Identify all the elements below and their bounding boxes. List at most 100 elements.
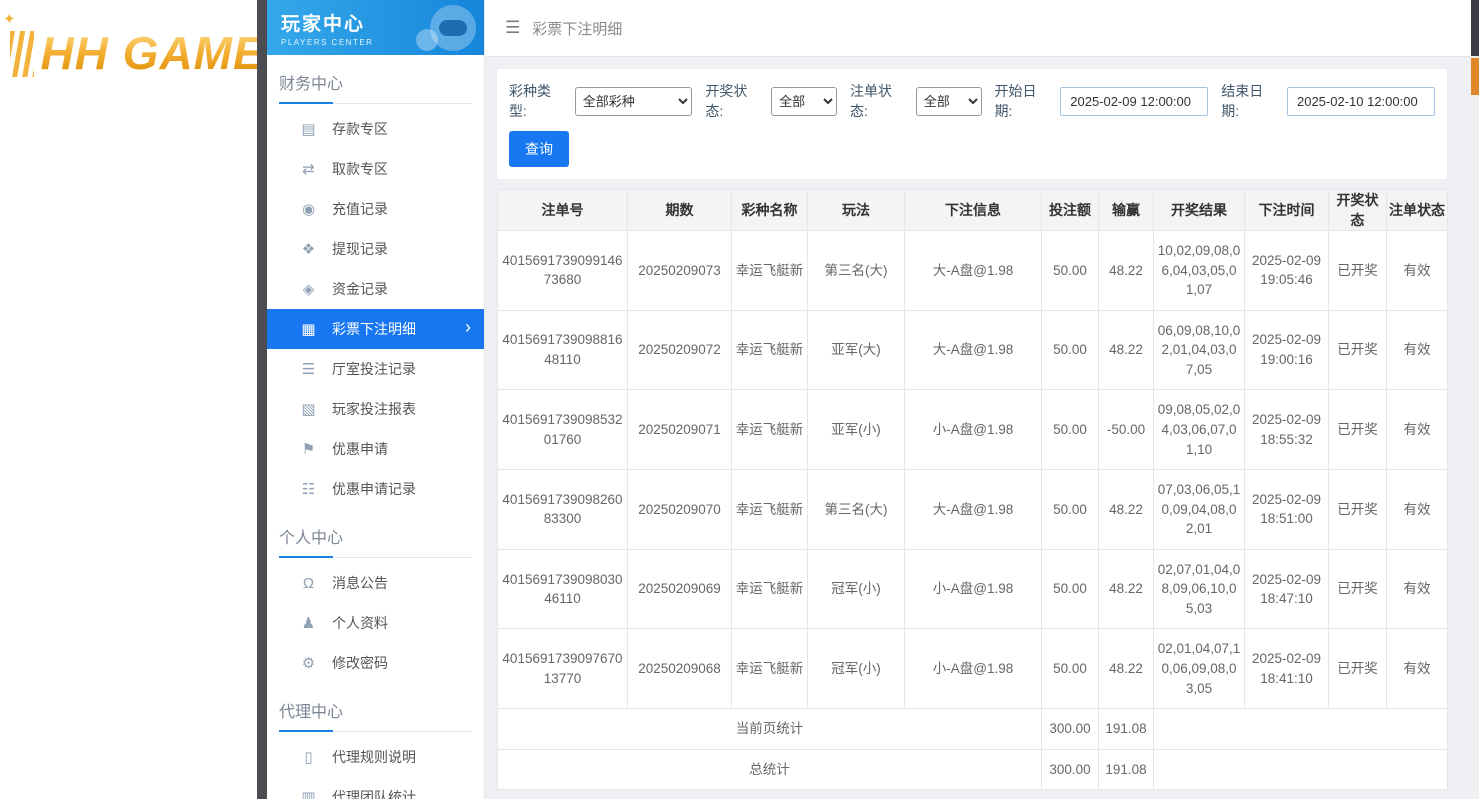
filter-row: 彩种类型: 全部彩种 开奖状态: 全部 注单状态: 全部 开始日期: 结束日期: <box>509 81 1435 121</box>
sidebar-item-label: 优惠申请记录 <box>332 479 416 499</box>
cell-order-id: 401569173909803046110 <box>498 549 628 629</box>
cell-order-id: 401569173909767013770 <box>498 629 628 709</box>
cell-win-loss: -50.00 <box>1099 390 1154 470</box>
sidebar-item-team-stats[interactable]: ▥代理团队统计 <box>267 777 484 799</box>
scrollbar[interactable] <box>1471 0 1479 799</box>
lottery-type-select[interactable]: 全部彩种 <box>575 87 693 116</box>
sidebar-item-cashout-record[interactable]: ❖ 提现记录 <box>267 229 484 269</box>
table-row: 40156917390988164811020250209072幸运飞艇新亚军(… <box>498 310 1448 390</box>
summary-bet-total: 300.00 <box>1042 749 1099 790</box>
sidebar-item-label: 提现记录 <box>332 239 388 259</box>
cell-lottery-name: 幸运飞艇新 <box>732 470 808 550</box>
table-row: 40156917390991467368020250209073幸运飞艇新第三名… <box>498 231 1448 311</box>
order-status-select[interactable]: 全部 <box>916 87 982 116</box>
promo-apply-icon: ⚑ <box>300 440 317 458</box>
cell-order-id: 401569173909881648110 <box>498 310 628 390</box>
sidebar-item-label: 资金记录 <box>332 279 388 299</box>
section-title: 财务中心 <box>279 70 472 104</box>
sidebar-item-funds-record[interactable]: ◈资金记录 <box>267 269 484 309</box>
cell-bet-time: 2025-02-09 18:55:32 <box>1245 390 1329 470</box>
column-header-order-id: 注单号 <box>498 190 628 231</box>
cell-order-status: 有效 <box>1387 470 1448 550</box>
cell-order-status: 有效 <box>1387 231 1448 311</box>
cell-bet-time: 2025-02-09 19:05:46 <box>1245 231 1329 311</box>
start-date-input[interactable] <box>1060 87 1208 116</box>
sidebar-item-label: 存款专区 <box>332 119 388 139</box>
page-summary-row: 当前页统计300.00191.08 <box>498 709 1448 750</box>
cell-draw-status: 已开奖 <box>1329 231 1387 311</box>
sidebar-item-player-report[interactable]: ▧ 玩家投注报表 <box>267 389 484 429</box>
summary-label: 总统计 <box>498 749 1042 790</box>
draw-status-select[interactable]: 全部 <box>771 87 837 116</box>
sidebar-item-recharge-record[interactable]: ◉充值记录 <box>267 189 484 229</box>
end-date-input[interactable] <box>1287 87 1435 116</box>
total-summary-row: 总统计300.00191.08 <box>498 749 1448 790</box>
sidebar-item-lottery-bets[interactable]: ▦彩票下注明细› <box>267 309 484 349</box>
summary-winloss-total: 191.08 <box>1099 749 1154 790</box>
page: ✦ HH GAME 玩家中心 PLAYERS CENTER 财务中心▤存款专区⇄… <box>0 0 1479 799</box>
cell-bet-amount: 50.00 <box>1042 629 1099 709</box>
deposit-card-icon: ▤ <box>300 120 317 138</box>
cell-period: 20250209070 <box>628 470 732 550</box>
sidebar-item-label: 优惠申请 <box>332 439 388 459</box>
cell-play-type: 冠军(小) <box>808 549 905 629</box>
cashout-record-icon: ❖ <box>300 240 317 258</box>
table-row: 40156917390985320176020250209071幸运飞艇新亚军(… <box>498 390 1448 470</box>
cell-draw-status: 已开奖 <box>1329 470 1387 550</box>
gear-icon: ⚙ <box>300 654 317 672</box>
player-report-icon: ▧ <box>300 400 317 418</box>
sidebar-item-bell[interactable]: Ω消息公告 <box>267 563 484 603</box>
cell-bet-amount: 50.00 <box>1042 470 1099 550</box>
draw-status-label: 开奖状态: <box>705 81 765 121</box>
sidebar-item-label: 消息公告 <box>332 573 388 593</box>
sidebar-item-user[interactable]: ♟个人资料 <box>267 603 484 643</box>
cell-draw-result: 06,09,08,10,02,01,04,03,07,05 <box>1154 310 1245 390</box>
logo-mark-icon <box>10 31 34 77</box>
sidebar-item-label: 代理规则说明 <box>332 747 416 767</box>
column-header-draw-status: 开奖状态 <box>1329 190 1387 231</box>
cell-play-type: 第三名(大) <box>808 470 905 550</box>
sidebar-item-withdraw[interactable]: ⇄取款专区 <box>267 149 484 189</box>
topbar: ☰ 彩票下注明细 <box>485 0 1471 57</box>
filter-actions: 查询 <box>509 131 1435 167</box>
summary-winloss-total: 191.08 <box>1099 709 1154 750</box>
cell-play-type: 亚军(大) <box>808 310 905 390</box>
cell-order-status: 有效 <box>1387 310 1448 390</box>
table-row: 40156917390976701377020250209068幸运飞艇新冠军(… <box>498 629 1448 709</box>
cell-order-id: 401569173909826083300 <box>498 470 628 550</box>
cell-win-loss: 48.22 <box>1099 470 1154 550</box>
sparkle-icon: ✦ <box>3 10 16 28</box>
sidebar-item-promo-apply[interactable]: ⚑ 优惠申请 <box>267 429 484 469</box>
cell-play-type: 亚军(小) <box>808 390 905 470</box>
search-button[interactable]: 查询 <box>509 131 569 167</box>
cell-period: 20250209073 <box>628 231 732 311</box>
end-date-label: 结束日期: <box>1221 81 1281 121</box>
promo-record-icon: ☷ <box>300 480 317 498</box>
sidebar-item-label: 厅室投注记录 <box>332 359 416 379</box>
sidebar-item-label: 充值记录 <box>332 199 388 219</box>
sidebar-sections: 财务中心 ▤ 存款专区 ⇄取款专区◉充值记录 ❖ 提现记录 ◈资金记录▦彩票下注明细›☰厅室… <box>267 70 484 799</box>
lottery-bets-icon: ▦ <box>300 320 317 338</box>
sidebar-item-deposit-card[interactable]: ▤ 存款专区 <box>267 109 484 149</box>
sidebar-item-document[interactable]: ▯代理规则说明 <box>267 737 484 777</box>
cell-lottery-name: 幸运飞艇新 <box>732 310 808 390</box>
cell-bet-time: 2025-02-09 18:51:00 <box>1245 470 1329 550</box>
sidebar-item-promo-record[interactable]: ☷ 优惠申请记录 <box>267 469 484 509</box>
cell-bet-info: 小-A盘@1.98 <box>905 390 1042 470</box>
cell-win-loss: 48.22 <box>1099 549 1154 629</box>
cell-bet-amount: 50.00 <box>1042 310 1099 390</box>
window-divider <box>257 0 267 799</box>
column-header-play-type: 玩法 <box>808 190 905 231</box>
logo-text: HH GAME <box>40 27 257 79</box>
sidebar-item-gear[interactable]: ⚙修改密码 <box>267 643 484 683</box>
column-header-bet-info: 下注信息 <box>905 190 1042 231</box>
start-date-label: 开始日期: <box>995 81 1055 121</box>
scrollbar-thumb[interactable] <box>1471 58 1479 95</box>
sidebar-item-hall-bets[interactable]: ☰厅室投注记录 <box>267 349 484 389</box>
scrollbar-top-cap <box>1471 0 1479 56</box>
menu-icon[interactable]: ☰ <box>505 18 520 38</box>
cell-draw-status: 已开奖 <box>1329 310 1387 390</box>
column-header-bet-amount: 投注额 <box>1042 190 1099 231</box>
sidebar-item-label: 玩家投注报表 <box>332 399 416 419</box>
cell-order-status: 有效 <box>1387 390 1448 470</box>
